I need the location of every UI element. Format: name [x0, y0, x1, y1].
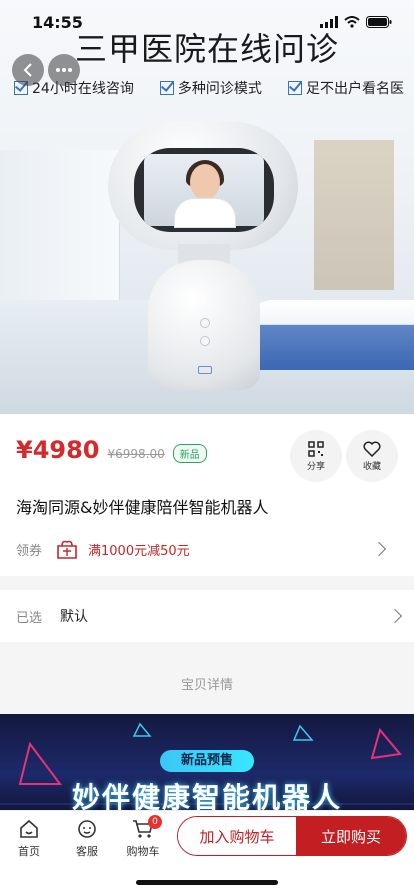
chevron-right-icon — [371, 541, 387, 557]
nav-cart[interactable]: 0 购物车 — [118, 815, 168, 859]
product-title: 海淘同源&妙伴健康陪伴智能机器人 — [16, 498, 269, 517]
wifi-icon — [344, 16, 360, 28]
share-button[interactable]: 分享 — [290, 430, 342, 482]
doctor-coat — [174, 198, 236, 228]
promo-banner: 新品预售 妙伴健康智能机器人 — [0, 714, 414, 814]
qr-code-icon — [308, 440, 324, 457]
more-button[interactable] — [48, 54, 80, 86]
spec-label: 已选 — [16, 610, 43, 626]
robot-video-feed — [144, 154, 264, 228]
customer-service-icon — [78, 820, 96, 838]
robot-button — [200, 318, 210, 328]
battery-icon — [366, 16, 392, 28]
coupon-text: 满1000元减50元 — [88, 543, 190, 559]
price-row: ¥4980 ¥6998.00 新品 — [16, 436, 207, 464]
nav-home-label: 首页 — [18, 845, 40, 858]
hero-feature-label: 足不出户看名医 — [305, 81, 404, 97]
coupon-row[interactable]: 领券 满1000元减50元 — [16, 538, 398, 560]
hero-feature-label: 多种问诊模式 — [177, 81, 262, 97]
coupon-gift-icon — [57, 540, 77, 559]
more-dots-icon — [56, 68, 72, 72]
chevron-right-icon — [387, 608, 403, 624]
spec-selector[interactable]: 已选 默认 — [0, 590, 414, 642]
robot-logo — [198, 366, 212, 374]
chevron-left-icon — [23, 63, 32, 77]
add-to-cart-button[interactable]: 加入购物车 — [178, 817, 296, 855]
favorite-label: 收藏 — [362, 461, 381, 472]
buy-now-button[interactable]: 立即购买 — [296, 817, 406, 855]
banner-headline: 妙伴健康智能机器人 — [71, 781, 342, 814]
status-bar: 14:55 — [0, 0, 414, 44]
current-price: ¥4980 — [16, 436, 100, 464]
hero-feature: 多种问诊模式 — [159, 78, 262, 98]
hero-feature: 足不出户看名医 — [287, 78, 404, 98]
original-price: ¥6998.00 — [107, 447, 165, 461]
coupon-label: 领券 — [16, 543, 43, 559]
check-icon — [159, 81, 174, 95]
cart-badge: 0 — [148, 815, 162, 829]
signal-icon — [320, 16, 338, 28]
spec-value: 默认 — [60, 609, 89, 625]
home-icon — [20, 819, 38, 838]
product-info: ¥4980 ¥6998.00 新品 分享 收藏 海淘同源&妙伴健康陪伴智能机器人… — [0, 414, 414, 576]
nav-cart-label: 购物车 — [126, 845, 160, 858]
status-time: 14:55 — [32, 12, 83, 32]
heart-icon — [363, 441, 381, 457]
robot-image — [108, 122, 298, 397]
doctor-face — [190, 164, 220, 200]
detail-section-title: 宝贝详情 — [180, 678, 233, 693]
share-label: 分享 — [306, 461, 325, 472]
nav-service[interactable]: 客服 — [62, 819, 112, 859]
new-badge: 新品 — [172, 444, 207, 463]
banner-tag: 新品预售 — [160, 750, 254, 772]
robot-screen — [134, 148, 274, 232]
favorite-button[interactable]: 收藏 — [346, 430, 398, 482]
back-button[interactable] — [12, 54, 44, 86]
hero-background-panel — [314, 140, 394, 290]
nav-service-label: 客服 — [76, 845, 98, 858]
status-icons — [320, 16, 392, 28]
home-indicator — [136, 880, 278, 885]
hero-feature-label: 24小时在线咨询 — [32, 81, 134, 97]
robot-button — [200, 336, 210, 346]
check-icon — [287, 81, 302, 95]
cta-group: 加入购物车 立即购买 — [177, 816, 407, 856]
nav-home[interactable]: 首页 — [4, 819, 54, 859]
